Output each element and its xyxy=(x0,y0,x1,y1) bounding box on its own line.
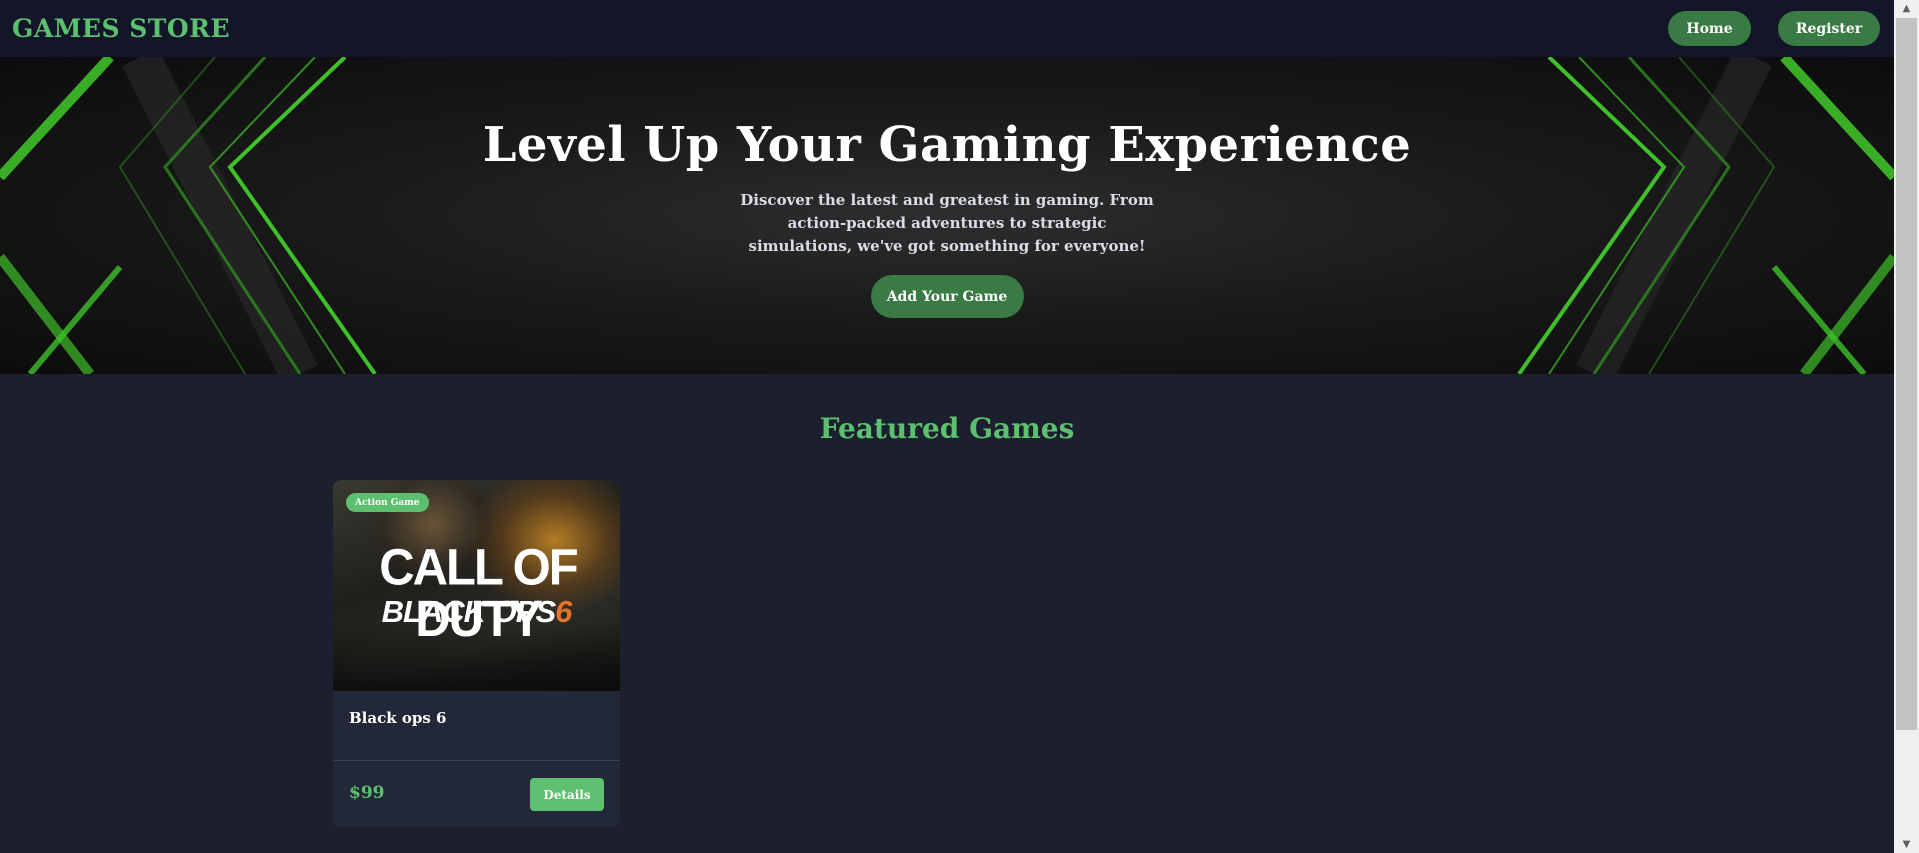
scroll-down-arrow-icon[interactable]: ▼ xyxy=(1894,836,1919,853)
game-name: Black ops 6 xyxy=(349,709,447,727)
vertical-scrollbar[interactable]: ▲ ▼ xyxy=(1894,0,1919,853)
scroll-up-arrow-icon[interactable]: ▲ xyxy=(1894,0,1919,17)
hero-subtitle: Discover the latest and greatest in gami… xyxy=(740,191,1154,255)
nav-home-button[interactable]: Home xyxy=(1668,11,1751,46)
featured-games-heading: Featured Games xyxy=(819,412,1075,445)
category-badge: Action Game xyxy=(346,493,429,512)
site-logo[interactable]: GAMES STORE xyxy=(12,14,230,43)
details-button[interactable]: Details xyxy=(530,778,604,811)
scrollbar-thumb[interactable] xyxy=(1896,18,1917,730)
game-card[interactable]: CALL OF DUTY BLACK OPS6 Action Game Blac… xyxy=(333,480,620,827)
cover-title-black-ops: BLACK OPS xyxy=(381,594,557,629)
add-your-game-button[interactable]: Add Your Game xyxy=(870,275,1024,318)
cover-title-number: 6 xyxy=(555,594,572,629)
hero-banner: Level Up Your Gaming Experience Discover… xyxy=(0,57,1894,374)
navbar: GAMES STORE Home Register xyxy=(0,0,1894,57)
game-price: $99 xyxy=(349,783,385,803)
game-cover-image[interactable]: CALL OF DUTY BLACK OPS6 Action Game xyxy=(333,480,620,691)
nav-register-button[interactable]: Register xyxy=(1778,11,1880,46)
cover-title-line2: BLACK OPS6 xyxy=(333,595,620,629)
card-divider xyxy=(333,760,620,761)
hero-title: Level Up Your Gaming Experience xyxy=(482,117,1412,173)
nav-links: Home Register xyxy=(1668,11,1880,46)
hero-content: Level Up Your Gaming Experience Discover… xyxy=(0,57,1894,374)
